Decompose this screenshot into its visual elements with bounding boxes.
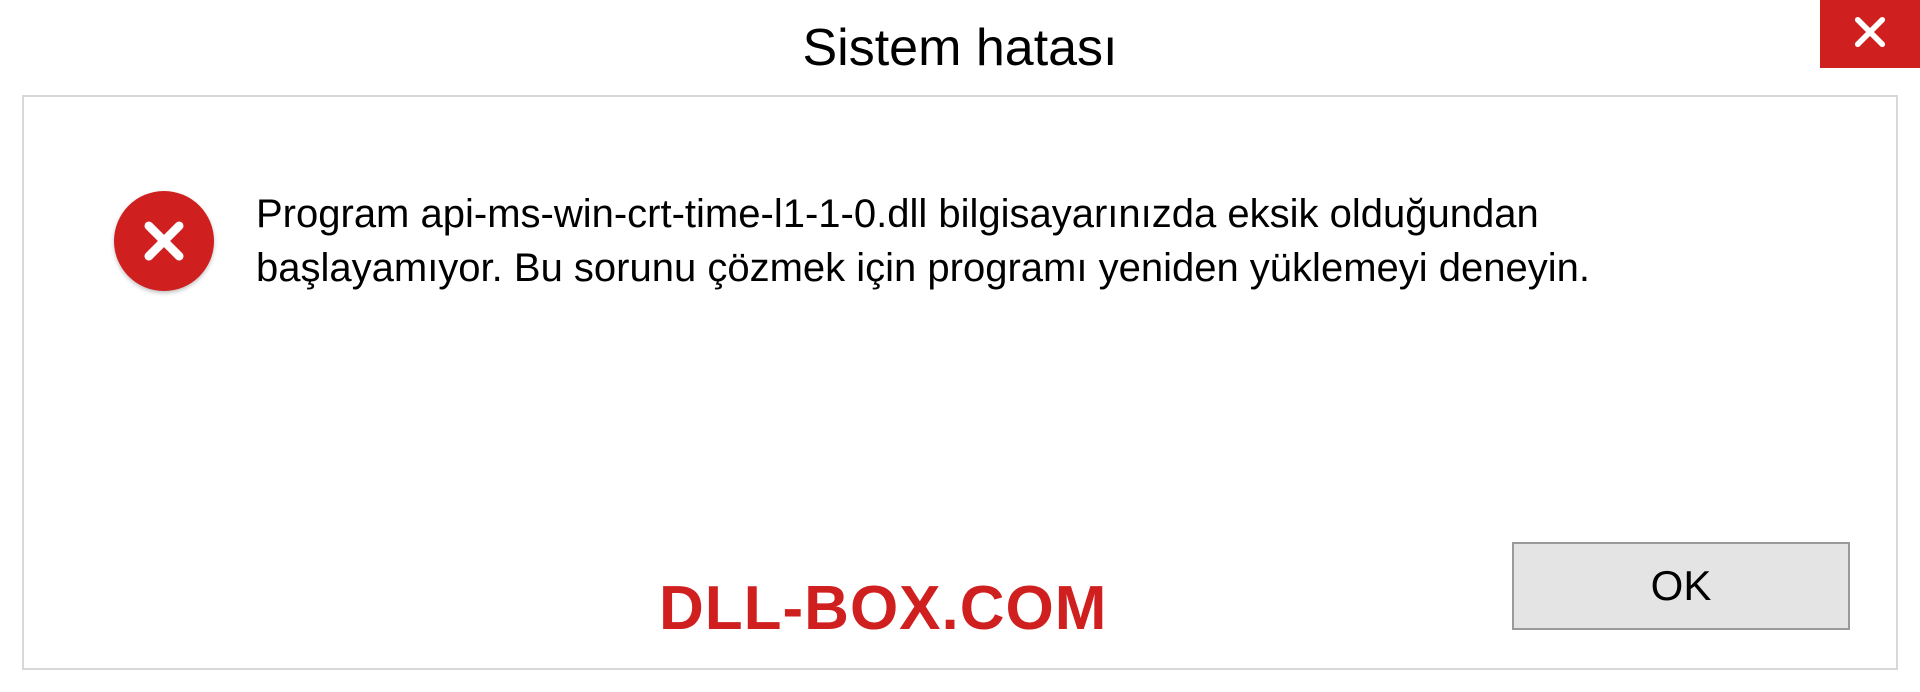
watermark-text: DLL-BOX.COM xyxy=(659,573,1107,644)
titlebar: Sistem hatası xyxy=(0,0,1920,95)
close-icon xyxy=(1849,11,1891,58)
ok-button-label: OK xyxy=(1651,562,1712,610)
dialog-content: Program api-ms-win-crt-time-l1-1-0.dll b… xyxy=(22,95,1898,670)
close-button[interactable] xyxy=(1820,0,1920,68)
error-message: Program api-ms-win-crt-time-l1-1-0.dll b… xyxy=(256,187,1796,295)
message-row: Program api-ms-win-crt-time-l1-1-0.dll b… xyxy=(114,187,1796,295)
dialog-title: Sistem hatası xyxy=(802,18,1117,78)
ok-button[interactable]: OK xyxy=(1512,542,1850,630)
error-icon xyxy=(114,191,214,291)
